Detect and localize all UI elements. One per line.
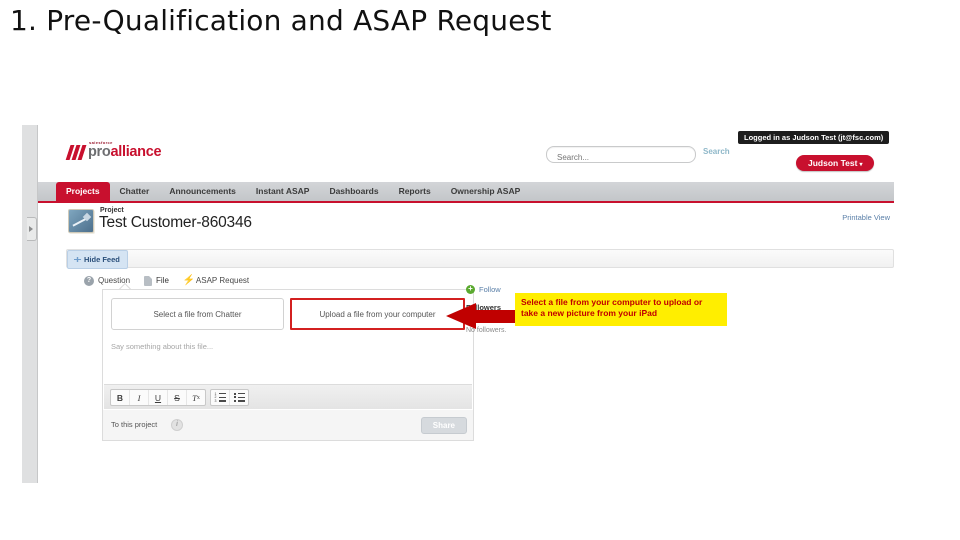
select-file-from-chatter-button[interactable]: Select a file from Chatter <box>111 298 284 330</box>
search-button[interactable]: Search <box>703 147 730 156</box>
info-icon[interactable]: i <box>171 419 183 431</box>
publisher-tab-file-label: File <box>156 276 169 285</box>
share-scope-label: To this project <box>111 420 158 429</box>
upload-file-from-computer-button[interactable]: Upload a file from your computer <box>290 298 465 330</box>
publisher-tab-file[interactable]: File <box>144 275 169 286</box>
browser-left-rail <box>22 125 38 483</box>
follow-link[interactable]: Follow <box>479 285 501 294</box>
nav-tab-list: Projects Chatter Announcements Instant A… <box>56 182 530 201</box>
numbered-list-button[interactable]: 123 <box>211 390 230 405</box>
nav-tab-chatter[interactable]: Chatter <box>110 182 160 201</box>
logged-in-banner: Logged in as Judson Test (jt@fsc.com) <box>738 131 890 144</box>
format-toolbar: B I U S Tx 123 <box>104 384 472 409</box>
nav-tab-instant-asap[interactable]: Instant ASAP <box>246 182 320 201</box>
hide-feed-button[interactable]: Hide Feed <box>67 250 128 269</box>
plus-icon: + <box>466 285 475 294</box>
embedded-screenshot: salesforce proalliance Search Logged in … <box>22 125 894 483</box>
nav-tab-dashboards[interactable]: Dashboards <box>319 182 388 201</box>
strikethrough-button[interactable]: S <box>168 390 187 405</box>
publisher-footer: To this project i Share <box>102 410 474 441</box>
file-source-options: Select a file from Chatter Upload a file… <box>111 298 465 330</box>
clear-formatting-sub: x <box>196 394 200 401</box>
logo-word: proalliance <box>88 144 162 160</box>
annotation-arrow-icon <box>446 303 516 329</box>
comment-textarea[interactable]: Say something about this file... <box>104 338 470 384</box>
text-format-group: B I U S Tx <box>110 389 206 406</box>
annotation-callout: Select a file from your computer to uplo… <box>515 293 727 326</box>
logo-mark-icon <box>65 144 88 160</box>
share-button[interactable]: Share <box>420 417 467 434</box>
question-circle-icon: ? <box>84 275 94 286</box>
annotation-callout-text: Select a file from your computer to uplo… <box>521 297 703 319</box>
logo-wordmark: salesforce proalliance <box>88 141 162 160</box>
lightning-bolt-icon: ⚡ <box>182 275 196 286</box>
record-header: Project Test Customer-860346 Printable V… <box>38 203 894 243</box>
bulleted-list-icon <box>233 392 245 402</box>
proalliance-logo[interactable]: salesforce proalliance <box>65 141 162 160</box>
logo-word-alliance: alliance <box>110 144 162 160</box>
primary-nav: Projects Chatter Announcements Instant A… <box>38 182 894 203</box>
nav-tab-announcements[interactable]: Announcements <box>159 182 246 201</box>
salesforce-page: salesforce proalliance Search Logged in … <box>38 125 894 483</box>
list-format-group: 123 <box>210 389 249 406</box>
search-input[interactable] <box>555 150 689 165</box>
record-title: Test Customer-860346 <box>99 214 252 231</box>
publisher-tab-asap-request[interactable]: ⚡ ASAP Request <box>183 275 249 286</box>
sidebar-expand-icon[interactable] <box>27 217 37 241</box>
logo-word-pro: pro <box>88 144 111 160</box>
user-menu-button[interactable]: Judson Test ▾ <box>796 155 875 171</box>
numbered-list-icon: 123 <box>215 392 226 403</box>
chevron-down-icon: ▾ <box>859 162 863 168</box>
file-icon <box>144 275 153 286</box>
italic-button[interactable]: I <box>130 390 149 405</box>
record-type-label: Project <box>100 207 124 214</box>
printable-view-link[interactable]: Printable View <box>842 213 890 222</box>
follow-control[interactable]: + Follow <box>466 285 501 294</box>
page-title: 1. Pre-Qualification and ASAP Request <box>10 4 552 37</box>
search-box[interactable] <box>546 146 696 165</box>
publisher-tab-asap-label: ASAP Request <box>195 276 250 285</box>
nav-tab-reports[interactable]: Reports <box>389 182 441 201</box>
bold-button[interactable]: B <box>111 390 130 405</box>
comment-placeholder: Say something about this file... <box>111 342 214 351</box>
publisher-tab-list: ? Question File ⚡ ASAP Request <box>84 275 249 286</box>
slide: 1. Pre-Qualification and ASAP Request sa… <box>0 0 960 540</box>
bulleted-list-button[interactable] <box>230 390 248 405</box>
publisher-panel: Select a file from Chatter Upload a file… <box>102 289 474 411</box>
clear-formatting-button[interactable]: Tx <box>187 390 205 405</box>
underline-button[interactable]: U <box>149 390 168 405</box>
nav-tab-projects[interactable]: Projects <box>56 182 110 201</box>
project-icon <box>68 209 94 233</box>
user-menu-label: Judson Test <box>808 158 858 168</box>
feed-toolbar: Hide Feed <box>66 249 894 269</box>
nav-tab-ownership-asap[interactable]: Ownership ASAP <box>441 182 531 201</box>
app-header: salesforce proalliance Search Logged in … <box>38 127 894 183</box>
